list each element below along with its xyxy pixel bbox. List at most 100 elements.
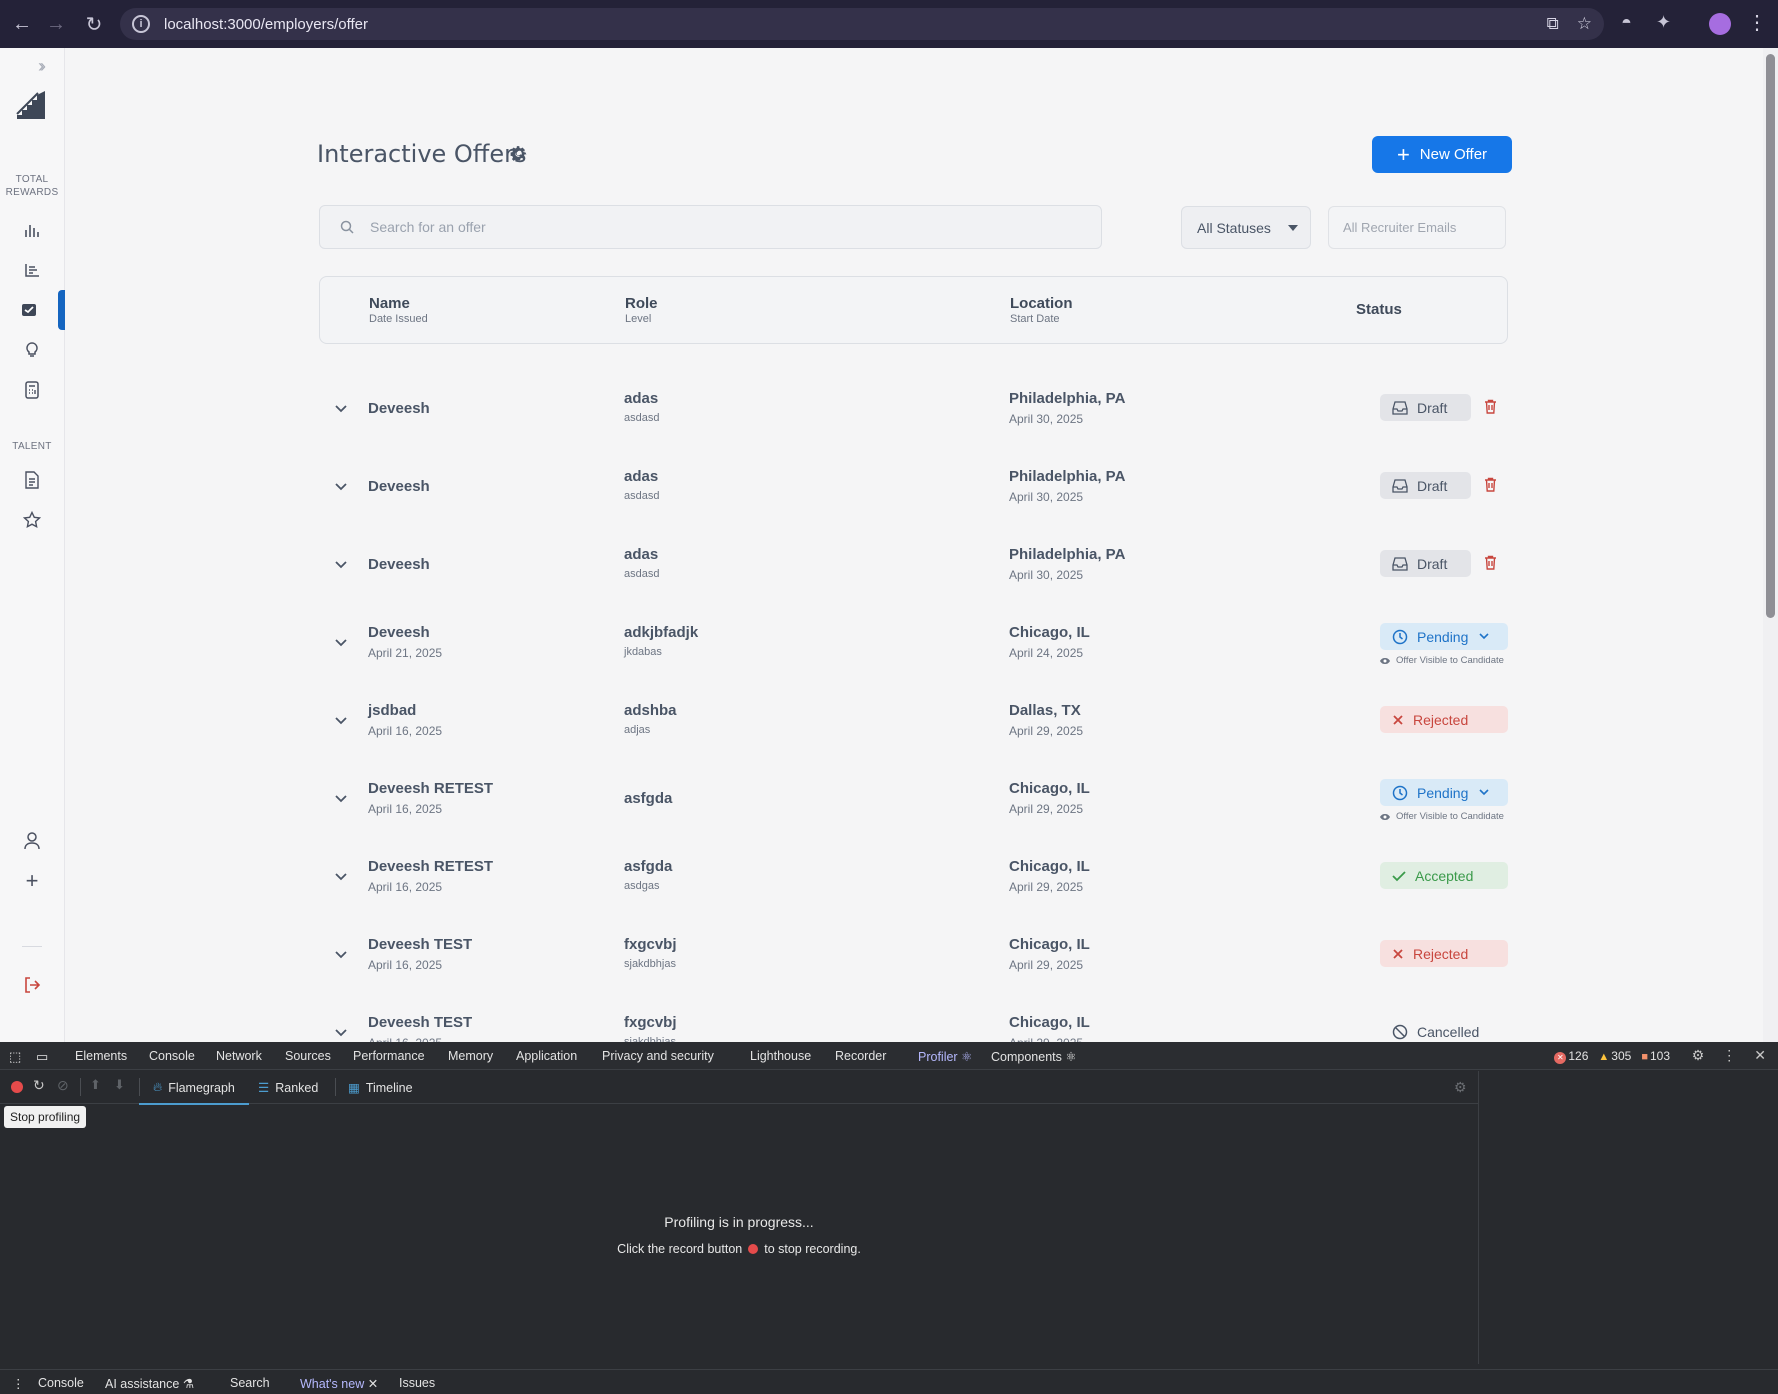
- devtools-close-icon[interactable]: ✕: [1754, 1047, 1766, 1064]
- drawer-menu-icon[interactable]: ⋮: [12, 1376, 25, 1391]
- save-profile-icon[interactable]: ⬇: [114, 1077, 125, 1093]
- devtools-tab-sources[interactable]: Sources: [285, 1049, 331, 1063]
- chevron-down-icon[interactable]: [335, 946, 347, 964]
- user-icon[interactable]: [20, 829, 44, 853]
- scrollbar-thumb[interactable]: [1766, 54, 1775, 618]
- reload-profile-icon[interactable]: ↻: [33, 1077, 45, 1094]
- document-icon[interactable]: [20, 468, 44, 492]
- devtools-tab-privacy[interactable]: Privacy and security: [602, 1049, 714, 1063]
- url-text[interactable]: localhost:3000/employers/offer: [164, 16, 368, 33]
- timeline-tab[interactable]: ▦ Timeline: [348, 1080, 413, 1096]
- clear-profile-icon[interactable]: ⊘: [57, 1077, 69, 1094]
- table-row[interactable]: Deveesh TESTApril 16, 2025fxgcvbjsjakdbh…: [319, 1000, 1508, 1042]
- devtools-tab-profiler[interactable]: Profiler ⚛: [909, 1049, 981, 1073]
- column-status[interactable]: Status: [1356, 301, 1402, 318]
- status-badge[interactable]: Pending: [1380, 779, 1508, 806]
- chevron-down-icon[interactable]: [335, 1024, 347, 1042]
- offers-inbox-icon[interactable]: [0, 290, 65, 330]
- status-filter-select[interactable]: All Statuses: [1181, 206, 1311, 249]
- date-issued: April 16, 2025: [368, 724, 443, 738]
- drawer-tab-whats-new[interactable]: What's new ✕: [300, 1376, 378, 1391]
- column-name[interactable]: Name Date Issued: [369, 295, 428, 325]
- chevron-down-icon[interactable]: [335, 868, 347, 886]
- trash-icon[interactable]: [1484, 477, 1497, 497]
- chevron-down-icon[interactable]: [335, 556, 347, 574]
- status-filter-value: All Statuses: [1197, 219, 1271, 236]
- calculator-icon[interactable]: [20, 378, 44, 402]
- timeline-label: Timeline: [365, 1080, 413, 1095]
- table-row[interactable]: jsdbad April 16, 2025 adshba adjas Dallas, T…: [319, 688, 1508, 766]
- drawer-tab-ai-assistance[interactable]: AI assistance ⚗: [105, 1376, 194, 1391]
- extensions-icon[interactable]: ✦: [1656, 12, 1671, 33]
- incognito-icon[interactable]: ◓: [1621, 12, 1632, 33]
- table-row[interactable]: Deveesh adas asdasd Philadelphia, PA April 3…: [319, 376, 1508, 454]
- column-location[interactable]: Location Start Date: [1010, 295, 1073, 325]
- date-issued: April 16, 2025: [368, 802, 443, 816]
- chevron-down-icon[interactable]: [335, 478, 347, 496]
- devtools-settings-icon[interactable]: ⚙: [1692, 1047, 1705, 1064]
- ranked-tab[interactable]: ☰ Ranked: [258, 1080, 318, 1096]
- flamegraph-tab[interactable]: 🔥︎ Flamegraph: [139, 1080, 249, 1105]
- benchmarks-chart-icon[interactable]: [20, 258, 44, 282]
- trash-icon[interactable]: [1484, 555, 1497, 575]
- offer-name: Deveesh: [368, 624, 430, 641]
- drawer-tab-search[interactable]: Search: [230, 1376, 270, 1390]
- reload-icon[interactable]: ↻: [76, 6, 112, 42]
- back-icon[interactable]: ←: [4, 6, 40, 42]
- device-toolbar-icon[interactable]: ▭: [36, 1049, 48, 1065]
- drawer-tab-issues[interactable]: Issues: [399, 1376, 435, 1390]
- table-row[interactable]: Deveesh April 21, 2025 adkjbfadjk jkdabas Ch…: [319, 610, 1508, 688]
- star-icon[interactable]: [20, 508, 44, 532]
- console-counts[interactable]: 126 305 103: [1554, 1049, 1670, 1064]
- devtools-tab-console[interactable]: Console: [149, 1049, 195, 1063]
- profiler-settings-icon[interactable]: ⚙: [1454, 1079, 1467, 1096]
- visibility-note: Offer Visible to Candidate: [1379, 811, 1504, 822]
- analytics-bars-icon[interactable]: [20, 218, 44, 242]
- load-profile-icon[interactable]: ⬆: [90, 1077, 101, 1093]
- logout-icon[interactable]: [20, 973, 44, 997]
- browser-menu-icon[interactable]: ⋮: [1747, 10, 1767, 35]
- profile-avatar[interactable]: [1709, 13, 1731, 35]
- table-row[interactable]: Deveesh TESTApril 16, 2025fxgcvbjsjakdbh…: [319, 922, 1508, 1000]
- devtools-menu-icon[interactable]: ⋮: [1722, 1047, 1736, 1064]
- inspect-element-icon[interactable]: ⬚: [9, 1049, 21, 1065]
- chevron-down-icon[interactable]: [335, 712, 347, 730]
- column-name-subtitle: Date Issued: [369, 313, 428, 325]
- devtools-tab-recorder[interactable]: Recorder: [835, 1049, 886, 1063]
- recruiter-email-filter[interactable]: All Recruiter Emails: [1328, 206, 1506, 249]
- record-stop-icon[interactable]: [11, 1081, 23, 1093]
- trash-icon[interactable]: [1484, 399, 1497, 419]
- settings-gear-icon[interactable]: [509, 144, 528, 168]
- table-row[interactable]: Deveesh adas asdasd Philadelphia, PA April 3…: [319, 454, 1508, 532]
- column-role[interactable]: Role Level: [625, 295, 658, 325]
- address-bar[interactable]: i localhost:3000/employers/offer ⧉ ☆: [120, 8, 1604, 40]
- forward-icon[interactable]: →: [38, 6, 74, 42]
- table-row[interactable]: Deveesh adas asdasd Philadelphia, PA April 3…: [319, 532, 1508, 610]
- logo[interactable]: [14, 88, 48, 127]
- insights-lightbulb-icon[interactable]: [20, 338, 44, 362]
- install-app-icon[interactable]: ⧉: [1547, 14, 1559, 34]
- devtools-tab-elements[interactable]: Elements: [75, 1049, 127, 1063]
- status-badge[interactable]: Pending: [1380, 623, 1508, 650]
- devtools-tab-network[interactable]: Network: [216, 1049, 262, 1063]
- page-scrollbar[interactable]: [1763, 48, 1778, 1042]
- chevron-down-icon[interactable]: [335, 634, 347, 652]
- close-tab-icon[interactable]: ✕: [368, 1377, 378, 1391]
- site-info-icon[interactable]: i: [132, 15, 150, 33]
- drawer-tab-console[interactable]: Console: [38, 1376, 84, 1390]
- table-row[interactable]: Deveesh RETEST April 16, 2025 asfgda asdgas…: [319, 844, 1508, 922]
- expand-sidebar-icon[interactable]: ››: [38, 56, 46, 77]
- chevron-down-icon[interactable]: [335, 400, 347, 418]
- chevron-down-icon[interactable]: [335, 790, 347, 808]
- devtools-tab-memory[interactable]: Memory: [448, 1049, 493, 1063]
- search-input[interactable]: Search for an offer: [319, 205, 1102, 249]
- bookmark-star-icon[interactable]: ☆: [1577, 14, 1592, 34]
- table-row[interactable]: Deveesh RETEST April 16, 2025 asfgda Chicag…: [319, 766, 1508, 844]
- devtools-tab-lighthouse[interactable]: Lighthouse: [750, 1049, 811, 1063]
- add-icon[interactable]: +: [20, 868, 44, 893]
- devtools-tab-performance[interactable]: Performance: [353, 1049, 425, 1063]
- devtools-tab-application[interactable]: Application: [516, 1049, 577, 1063]
- new-offer-button[interactable]: + New Offer: [1372, 136, 1512, 173]
- devtools-tab-components[interactable]: Components ⚛: [991, 1049, 1077, 1064]
- offer-location: Dallas, TX: [1009, 702, 1081, 719]
